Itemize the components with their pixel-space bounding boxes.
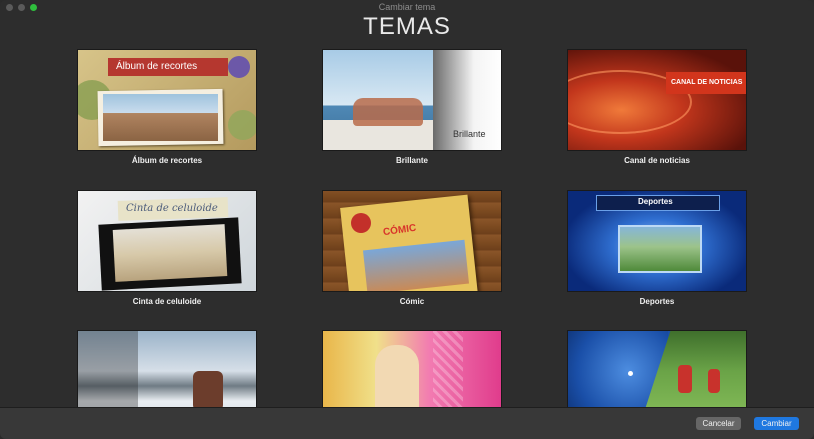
- theme-tile-comic[interactable]: CÓMIC Cómic: [323, 191, 501, 306]
- theme-label: Álbum de recortes: [131, 156, 203, 165]
- theme-thumbnail[interactable]: [568, 331, 746, 408]
- theme-label: Deportes: [639, 297, 675, 306]
- theme-label: Cinta de celuloide: [132, 297, 202, 306]
- change-button[interactable]: Cambiar: [754, 417, 799, 430]
- theme-tile-album-de-recortes[interactable]: Álbum de recortes Álbum de recortes: [78, 50, 256, 165]
- theme-tile-row3-2[interactable]: [323, 331, 501, 408]
- theme-thumbnail[interactable]: Cinta de celuloide: [78, 191, 256, 291]
- theme-thumbnail[interactable]: [78, 331, 256, 408]
- theme-thumbnail[interactable]: [323, 331, 501, 408]
- theme-tile-row3-1[interactable]: [78, 331, 256, 408]
- theme-tile-brillante[interactable]: Brillante Brillante: [323, 50, 501, 165]
- theme-tile-canal-de-noticias[interactable]: CANAL DE NOTICIAS Canal de noticias: [568, 50, 746, 165]
- theme-tile-cinta-de-celuloide[interactable]: Cinta de celuloide Cinta de celuloide: [78, 191, 256, 306]
- theme-thumbnail[interactable]: CANAL DE NOTICIAS: [568, 50, 746, 150]
- flower-decoration-icon: [228, 56, 250, 78]
- theme-tile-row3-3[interactable]: [568, 331, 746, 408]
- theme-tile-deportes[interactable]: Deportes Deportes: [568, 191, 746, 306]
- theme-thumbnail[interactable]: CÓMIC: [323, 191, 501, 291]
- theme-thumbnail[interactable]: Brillante: [323, 50, 501, 150]
- theme-label: Brillante: [395, 156, 428, 165]
- change-theme-window: Cambiar tema TEMAS Álbum de recortes Álb…: [0, 0, 814, 439]
- theme-overlay-text: Cinta de celuloide: [126, 203, 218, 214]
- theme-overlay-text: Deportes: [638, 197, 673, 206]
- theme-grid: Álbum de recortes Álbum de recortes Bril…: [0, 0, 814, 408]
- theme-thumbnail[interactable]: Deportes: [568, 191, 746, 291]
- theme-overlay-text: CANAL DE NOTICIAS: [671, 79, 743, 86]
- theme-thumbnail[interactable]: Álbum de recortes: [78, 50, 256, 150]
- cancel-button[interactable]: Cancelar: [696, 417, 741, 430]
- footer-bar: Cancelar Cambiar: [0, 407, 814, 439]
- theme-overlay-text: Brillante: [453, 129, 486, 139]
- theme-label: Cómic: [399, 297, 425, 306]
- theme-label: Canal de noticias: [624, 156, 690, 165]
- theme-overlay-text: Álbum de recortes: [116, 61, 198, 72]
